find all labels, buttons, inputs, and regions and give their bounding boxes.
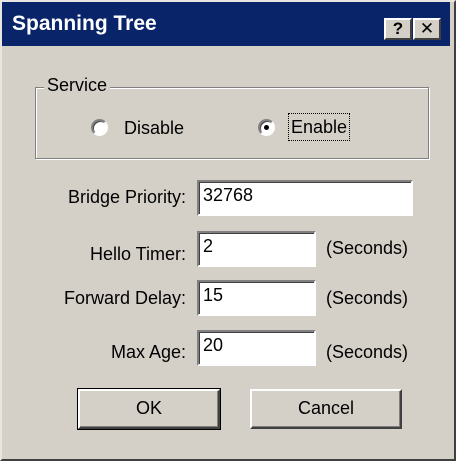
title-bar: Spanning Tree ? ✕ — [2, 2, 450, 46]
disable-radio[interactable] — [91, 119, 108, 136]
bridge-priority-label: Bridge Priority: — [67, 187, 186, 207]
max-age-input[interactable]: 20 — [197, 330, 316, 366]
max-age-label: Max Age: — [110, 342, 186, 362]
hello-timer-label: Hello Timer: — [89, 244, 186, 264]
hello-timer-unit: (Seconds) — [326, 238, 409, 258]
hello-timer-input[interactable]: 2 — [197, 231, 316, 267]
max-age-unit: (Seconds) — [326, 342, 409, 362]
enable-radio-label[interactable]: Enable — [287, 113, 351, 141]
forward-delay-unit: (Seconds) — [326, 288, 409, 308]
close-button[interactable]: ✕ — [413, 18, 441, 40]
disable-radio-label[interactable]: Disable — [124, 116, 184, 140]
ok-button[interactable]: OK — [77, 388, 221, 430]
enable-radio[interactable] — [258, 119, 275, 136]
forward-delay-label: Forward Delay: — [63, 288, 186, 308]
bridge-priority-input[interactable]: 32768 — [197, 180, 413, 216]
radio-selected-dot — [264, 125, 269, 130]
forward-delay-input[interactable]: 15 — [197, 280, 316, 316]
help-button[interactable]: ? — [384, 18, 412, 40]
window-title: Spanning Tree — [12, 12, 157, 35]
cancel-button[interactable]: Cancel — [250, 389, 402, 429]
service-group-label: Service — [44, 73, 111, 97]
